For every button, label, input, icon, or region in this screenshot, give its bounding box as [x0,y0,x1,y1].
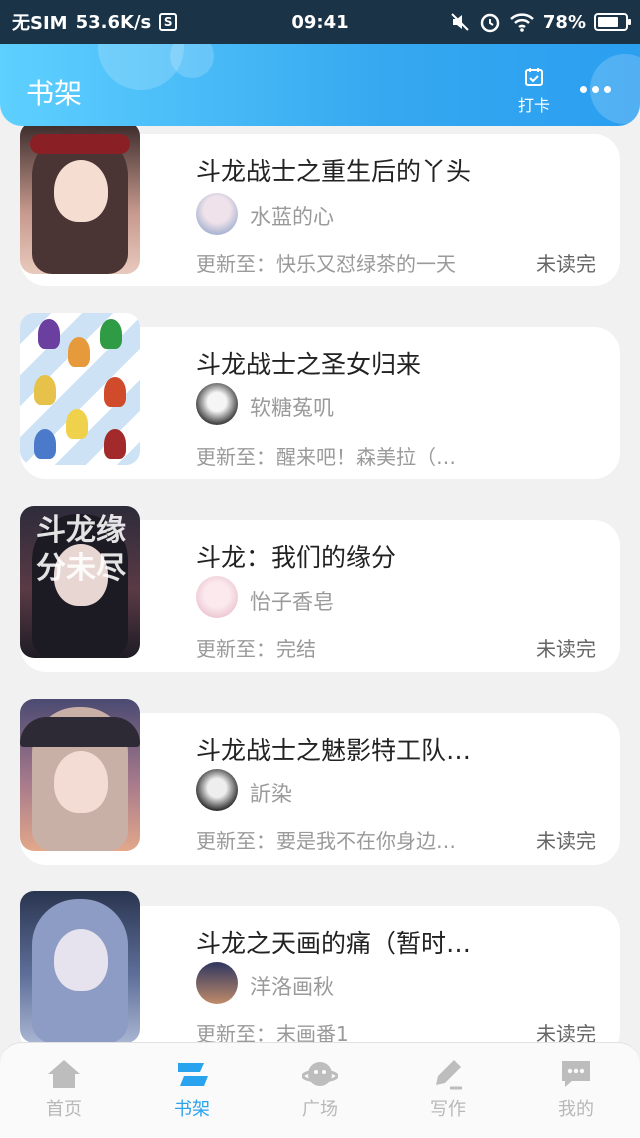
bookshelf-list[interactable]: 斗龙战士之重生后的丫头 水蓝的心 更新至：快乐又怼绿茶的一天 未读完 斗龙战士之… [0,0,640,1138]
read-status: 未读完 [536,829,596,853]
book-title[interactable]: 斗龙战士之重生后的丫头 [196,152,471,188]
tab-home[interactable]: 首页 [0,1043,128,1138]
home-icon [48,1060,80,1088]
calendar-check-icon [525,68,543,86]
book-title[interactable]: 斗龙战士之魅影特工队… [196,731,471,767]
read-status: 未读完 [536,252,596,276]
s-badge-icon: S [159,13,178,31]
author-avatar[interactable] [196,962,238,1004]
author-name[interactable]: 訢染 [250,778,292,808]
author-avatar[interactable] [196,383,238,425]
mute-icon [451,13,469,31]
tab-label: 广场 [302,1099,338,1120]
tab-write[interactable]: 写作 [384,1043,512,1138]
checkin-button[interactable]: 打卡 [512,66,556,116]
chat-bubble-icon [562,1061,590,1087]
author-name[interactable]: 水蓝的心 [250,201,334,231]
book-cover[interactable] [20,122,140,274]
read-status: 未读完 [536,637,596,661]
author-name[interactable]: 软糖菟叽 [250,392,334,422]
update-text: 更新至：完结 [196,637,316,661]
more-menu-button[interactable] [580,86,611,93]
tab-bookshelf[interactable]: 书架 [128,1043,256,1138]
battery-icon [594,13,631,31]
checkin-label: 打卡 [517,96,550,115]
tab-square[interactable]: 广场 [256,1043,384,1138]
tab-label: 首页 [46,1099,82,1120]
tab-label: 书架 [174,1099,210,1120]
author-name[interactable]: 怡子香皂 [250,586,334,616]
carrier-label: 无SIM [12,13,68,34]
more-dot-icon [592,86,599,93]
author-avatar[interactable] [196,576,238,618]
tab-mine[interactable]: 我的 [512,1043,640,1138]
book-title[interactable]: 斗龙战士之圣女归来 [196,345,421,381]
book-title[interactable]: 斗龙之天画的痛（暂时… [196,924,471,960]
update-text: 更新至：醒来吧！森美拉（… [196,445,456,469]
bottom-tab-bar: 首页 书架 广场 写作 我的 [0,1042,640,1138]
status-bar: 无SIM 53.6K/s S 09:41 78% [0,0,640,44]
pen-icon [436,1060,462,1090]
author-name[interactable]: 洋洛画秋 [250,971,334,1001]
book-cover[interactable] [20,891,140,1043]
update-text: 更新至：快乐又怼绿茶的一天 [196,252,456,276]
tab-label: 我的 [558,1099,594,1120]
bookshelf-icon [178,1063,208,1086]
more-dot-icon [604,86,611,93]
cover-title-text: 斗龙缘分未尽 [36,513,126,586]
battery-percent: 78% [542,11,586,33]
book-title[interactable]: 斗龙：我们的缘分 [196,538,396,574]
update-text: 更新至：要是我不在你身边… [196,829,456,853]
book-cover[interactable] [20,313,140,465]
planet-icon [302,1062,338,1086]
app-header: 书架 打卡 [0,44,640,126]
author-avatar[interactable] [196,193,238,235]
page-title: 书架 [26,77,83,110]
more-dot-icon [580,86,587,93]
alarm-icon [480,13,500,33]
network-speed: 53.6K/s [75,11,152,33]
book-cover[interactable] [20,699,140,851]
book-cover[interactable]: 斗龙缘分未尽 [20,506,140,658]
wifi-icon [510,13,534,32]
author-avatar[interactable] [196,769,238,811]
tab-label: 写作 [430,1099,466,1120]
